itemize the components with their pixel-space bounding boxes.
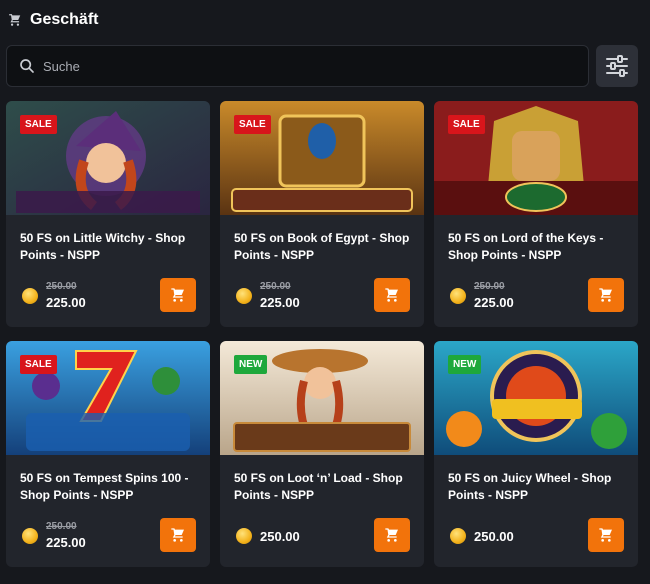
product-card[interactable]: SALE 50 FS on Tempest Spins 100 - Shop P… — [6, 341, 210, 567]
coin-icon — [450, 288, 466, 304]
price: 250.00 — [260, 529, 300, 544]
cart-icon — [385, 528, 398, 542]
search-bar[interactable] — [6, 45, 589, 87]
add-to-cart-button[interactable] — [588, 518, 624, 552]
product-title[interactable]: 50 FS on Book of Egypt - Shop Points - N… — [234, 230, 416, 264]
original-price: 250.00 — [46, 521, 77, 532]
game-thumbnail[interactable]: NEW — [434, 341, 638, 455]
coin-icon — [22, 288, 38, 304]
original-price: 250.00 — [46, 281, 77, 292]
add-to-cart-button[interactable] — [588, 278, 624, 312]
cart-icon — [171, 528, 184, 542]
add-to-cart-button[interactable] — [160, 278, 196, 312]
add-to-cart-button[interactable] — [160, 518, 196, 552]
product-title[interactable]: 50 FS on Juicy Wheel - Shop Points - NSP… — [448, 470, 630, 504]
game-thumbnail[interactable]: SALE — [434, 101, 638, 215]
page-title: Geschäft — [30, 11, 99, 28]
product-title[interactable]: 50 FS on Little Witchy - Shop Points - N… — [20, 230, 202, 264]
original-price: 250.00 — [474, 281, 505, 292]
sale-badge: SALE — [20, 115, 57, 134]
product-card[interactable]: SALE 50 FS on Book of Egypt - Shop Point… — [220, 101, 424, 327]
product-title[interactable]: 50 FS on Tempest Spins 100 - Shop Points… — [20, 470, 202, 504]
product-card[interactable]: NEW 50 FS on Loot ‘n’ Load - Shop Points… — [220, 341, 424, 567]
product-card[interactable]: SALE 50 FS on Lord of the Keys - Shop Po… — [434, 101, 638, 327]
add-to-cart-button[interactable] — [374, 518, 410, 552]
product-card[interactable]: NEW 50 FS on Juicy Wheel - Shop Points -… — [434, 341, 638, 567]
cart-icon — [385, 288, 398, 302]
price: 225.00 — [46, 295, 86, 310]
shopping-cart-icon — [9, 14, 21, 26]
price: 225.00 — [260, 295, 300, 310]
game-thumbnail[interactable]: SALE — [220, 101, 424, 215]
sale-badge: SALE — [234, 115, 271, 134]
original-price: 250.00 — [260, 281, 291, 292]
coin-icon — [22, 528, 38, 544]
game-thumbnail[interactable]: SALE — [6, 101, 210, 215]
game-thumbnail[interactable]: SALE — [6, 341, 210, 455]
page-header: Geschäft — [8, 10, 98, 30]
search-input[interactable] — [43, 58, 543, 74]
filter-button[interactable] — [596, 45, 638, 87]
price: 225.00 — [474, 295, 514, 310]
price: 250.00 — [474, 529, 514, 544]
product-title[interactable]: 50 FS on Lord of the Keys - Shop Points … — [448, 230, 630, 264]
new-badge: NEW — [234, 355, 268, 374]
product-card[interactable]: SALE 50 FS on Little Witchy - Shop Point… — [6, 101, 210, 327]
cart-icon — [599, 288, 612, 302]
cart-icon — [171, 288, 184, 302]
sale-badge: SALE — [448, 115, 485, 134]
game-thumbnail[interactable]: NEW — [220, 341, 424, 455]
new-badge: NEW — [448, 355, 482, 374]
search-icon — [20, 59, 34, 73]
product-title[interactable]: 50 FS on Loot ‘n’ Load - Shop Points - N… — [234, 470, 416, 504]
sliders-icon — [606, 55, 628, 77]
cart-icon — [599, 528, 612, 542]
coin-icon — [236, 528, 252, 544]
next-row-preview — [6, 578, 638, 584]
coin-icon — [450, 528, 466, 544]
price: 225.00 — [46, 535, 86, 550]
sale-badge: SALE — [20, 355, 57, 374]
coin-icon — [236, 288, 252, 304]
add-to-cart-button[interactable] — [374, 278, 410, 312]
